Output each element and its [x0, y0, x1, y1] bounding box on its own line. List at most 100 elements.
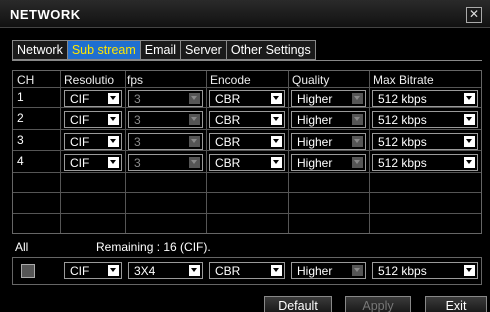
chevron-down-icon[interactable] — [352, 265, 363, 276]
header-max-bitrate: Max Bitrate — [373, 73, 434, 87]
chevron-down-icon[interactable] — [464, 93, 475, 104]
network-settings-window: NETWORK ✕ Network Sub stream Email Serve… — [0, 0, 490, 312]
encode-dropdown[interactable]: CBR — [209, 111, 285, 128]
all-fps-dropdown[interactable]: 3X4 — [128, 262, 203, 279]
tab-email[interactable]: Email — [139, 40, 181, 60]
all-label: All — [15, 240, 29, 254]
header-encode: Encode — [210, 73, 251, 87]
bitrate-dropdown[interactable]: 512 kbps — [372, 90, 478, 107]
quality-dropdown[interactable]: Higher — [291, 90, 366, 107]
resolution-dropdown[interactable]: CIF — [64, 90, 122, 107]
grid-line — [125, 71, 126, 233]
resolution-dropdown[interactable]: CIF — [64, 133, 122, 150]
dropdown-value: 512 kbps — [378, 113, 427, 127]
dropdown-value: 3 — [134, 135, 141, 149]
dropdown-value: CBR — [215, 264, 241, 278]
grid-line — [369, 71, 370, 233]
dropdown-value: CIF — [70, 113, 90, 127]
header-ch: CH — [17, 73, 35, 87]
dropdown-value: 3X4 — [134, 264, 156, 278]
dropdown-value: 512 kbps — [378, 264, 427, 278]
close-icon[interactable]: ✕ — [469, 7, 479, 21]
chevron-down-icon[interactable] — [271, 157, 282, 168]
apply-button[interactable]: Apply — [345, 296, 411, 312]
chevron-down-icon[interactable] — [189, 93, 200, 104]
exit-button[interactable]: Exit — [425, 296, 487, 312]
chevron-down-icon[interactable] — [352, 93, 363, 104]
chevron-down-icon[interactable] — [352, 136, 363, 147]
bitrate-dropdown[interactable]: 512 kbps — [372, 154, 478, 171]
dropdown-value: Higher — [297, 92, 333, 106]
quality-dropdown[interactable]: Higher — [291, 133, 366, 150]
apply-all-row: CIF 3X4 CBR Higher 512 kbps — [12, 257, 482, 285]
chevron-down-icon[interactable] — [108, 265, 119, 276]
chevron-down-icon[interactable] — [108, 114, 119, 125]
tab-network[interactable]: Network — [12, 40, 67, 60]
chevron-down-icon[interactable] — [108, 136, 119, 147]
default-button[interactable]: Default — [264, 296, 332, 312]
chevron-down-icon[interactable] — [189, 265, 200, 276]
grid-line — [13, 172, 481, 173]
chevron-down-icon[interactable] — [464, 265, 475, 276]
encode-dropdown[interactable]: CBR — [209, 90, 285, 107]
chevron-down-icon[interactable] — [189, 136, 200, 147]
dropdown-value: 512 kbps — [378, 156, 427, 170]
chevron-down-icon[interactable] — [108, 157, 119, 168]
chevron-down-icon[interactable] — [464, 157, 475, 168]
quality-dropdown[interactable]: Higher — [291, 154, 366, 171]
bitrate-dropdown[interactable]: 512 kbps — [372, 111, 478, 128]
chevron-down-icon[interactable] — [271, 93, 282, 104]
chevron-down-icon[interactable] — [271, 136, 282, 147]
chevron-down-icon[interactable] — [464, 114, 475, 125]
dropdown-value: CIF — [70, 135, 90, 149]
quality-dropdown[interactable]: Higher — [291, 111, 366, 128]
chevron-down-icon[interactable] — [108, 93, 119, 104]
grid-line — [60, 71, 61, 233]
channel-number: 3 — [17, 133, 24, 147]
chevron-down-icon[interactable] — [352, 157, 363, 168]
fps-dropdown[interactable]: 3 — [128, 154, 203, 171]
chevron-down-icon[interactable] — [464, 136, 475, 147]
dropdown-value: CIF — [70, 264, 90, 278]
dropdown-value: 3 — [134, 113, 141, 127]
dropdown-value: 512 kbps — [378, 135, 427, 149]
close-button[interactable]: ✕ — [466, 7, 482, 23]
dropdown-value: Higher — [297, 135, 333, 149]
chevron-down-icon[interactable] — [189, 114, 200, 125]
fps-dropdown[interactable]: 3 — [128, 90, 203, 107]
tab-server[interactable]: Server — [180, 40, 226, 60]
window-title: NETWORK — [10, 7, 81, 22]
dropdown-value: CIF — [70, 156, 90, 170]
header-resolution: Resolutio — [64, 73, 115, 87]
all-quality-dropdown[interactable]: Higher — [291, 262, 366, 279]
dropdown-value: 3 — [134, 156, 141, 170]
remaining-status: Remaining : 16 (CIF). — [96, 240, 211, 254]
dropdown-value: Higher — [297, 156, 333, 170]
chevron-down-icon[interactable] — [352, 114, 363, 125]
tab-sub-stream[interactable]: Sub stream — [66, 40, 140, 60]
all-resolution-dropdown[interactable]: CIF — [64, 262, 122, 279]
select-all-checkbox[interactable] — [21, 264, 35, 278]
encode-dropdown[interactable]: CBR — [209, 154, 285, 171]
fps-dropdown[interactable]: 3 — [128, 111, 203, 128]
chevron-down-icon[interactable] — [271, 114, 282, 125]
substream-table: CH Resolutio fps Encode Quality Max Bitr… — [12, 70, 482, 234]
resolution-dropdown[interactable]: CIF — [64, 111, 122, 128]
dropdown-value: CIF — [70, 92, 90, 106]
dropdown-value: Higher — [297, 113, 333, 127]
fps-dropdown[interactable]: 3 — [128, 133, 203, 150]
grid-line — [206, 71, 207, 233]
chevron-down-icon[interactable] — [271, 265, 282, 276]
dropdown-value: 3 — [134, 92, 141, 106]
channel-number: 4 — [17, 154, 24, 168]
resolution-dropdown[interactable]: CIF — [64, 154, 122, 171]
all-bitrate-dropdown[interactable]: 512 kbps — [372, 262, 478, 279]
bitrate-dropdown[interactable]: 512 kbps — [372, 133, 478, 150]
tab-divider — [12, 60, 482, 61]
tab-other-settings[interactable]: Other Settings — [225, 40, 316, 60]
chevron-down-icon[interactable] — [189, 157, 200, 168]
channel-number: 1 — [17, 90, 24, 104]
tab-bar: Network Sub stream Email Server Other Se… — [12, 40, 316, 60]
encode-dropdown[interactable]: CBR — [209, 133, 285, 150]
all-encode-dropdown[interactable]: CBR — [209, 262, 285, 279]
